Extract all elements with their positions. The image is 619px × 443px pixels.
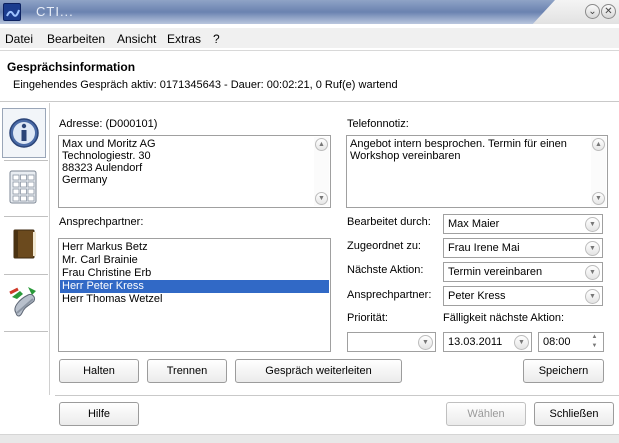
scroll-down-icon[interactable]: ▼ [592,192,605,205]
edited-by-label: Bearbeitet durch: [347,216,431,228]
app-icon[interactable] [3,3,21,21]
menu-help[interactable]: ? [213,32,220,46]
list-item[interactable]: Herr Thomas Wetzel [60,293,329,306]
contact-person-combo[interactable]: Peter Kress ▼ [443,286,603,306]
divider [4,160,48,161]
chevron-down-icon[interactable]: ▼ [585,265,600,280]
list-item-selected[interactable]: Herr Peter Kress [60,280,329,293]
divider [0,102,619,103]
assigned-to-label: Zugeordnet zu: [347,240,421,252]
divider [0,50,619,51]
info-icon [9,118,39,148]
contact-person-value: Peter Kress [448,290,506,302]
chevron-down-icon[interactable]: ▼ [514,335,529,350]
close-window-button[interactable]: ✕ [601,4,616,19]
choose-button[interactable]: Wählen [446,402,526,426]
list-item[interactable]: Frau Christine Erb [60,267,329,280]
divider [4,331,48,332]
section-title: Gesprächsinformation [7,60,136,74]
address-line: 88323 Aulendorf [62,162,143,174]
due-time-stepper[interactable]: 08:00 ▲ ▼ [538,332,604,352]
spin-down-icon[interactable]: ▼ [587,342,602,351]
assigned-to-value: Frau Irene Mai [448,242,520,254]
menu-ansicht[interactable]: Ansicht [117,32,156,46]
divider [4,216,48,217]
chevron-down-icon[interactable]: ▼ [418,335,433,350]
priority-combo[interactable]: ▼ [347,332,436,352]
title-bar: CTI... ⌄ ✕ [0,0,619,24]
next-action-value: Termin vereinbaren [448,266,543,278]
note-scrollbar[interactable]: ▲ ▼ [591,137,606,206]
close-button[interactable]: Schließen [534,402,614,426]
status-bar [0,434,619,443]
forward-call-button[interactable]: Gespräch weiterleiten [235,359,402,383]
list-item[interactable]: Mr. Carl Brainie [60,254,329,267]
chevron-down-icon[interactable]: ▼ [585,241,600,256]
minimize-button[interactable]: ⌄ [585,4,600,19]
divider [55,395,619,396]
left-toolbar [0,103,48,393]
contact-person-label: Ansprechpartner: [347,289,432,301]
hold-button[interactable]: Halten [59,359,139,383]
address-line: Technologiestr. 30 [62,150,151,162]
due-time-value: 08:00 [543,336,571,348]
address-line: Max und Moritz AG [62,138,156,150]
menu-bar: Datei Bearbeiten Ansicht Extras ? [0,28,619,48]
address-label: Adresse: (D000101) [59,118,158,130]
scroll-up-icon[interactable]: ▲ [315,138,328,151]
window-title: CTI... [36,4,74,19]
call-transfer-button[interactable] [2,277,46,327]
edited-by-combo[interactable]: Max Maier ▼ [443,214,603,234]
contacts-list[interactable]: Herr Markus Betz Mr. Carl Brainie Frau C… [58,238,331,352]
menu-bearbeiten[interactable]: Bearbeiten [47,32,105,46]
phone-transfer-icon [9,287,36,317]
address-box[interactable]: Max und Moritz AG Technologiestr. 30 883… [58,135,331,208]
divider [49,103,50,395]
address-scrollbar[interactable]: ▲ ▼ [314,137,329,206]
contacts-label: Ansprechpartner: [59,216,144,228]
disconnect-button[interactable]: Trennen [147,359,227,383]
scroll-down-icon[interactable]: ▼ [315,192,328,205]
address-book-button[interactable] [2,220,46,270]
call-status-text: Eingehendes Gespräch aktiv: 0171345643 -… [13,79,398,91]
scroll-up-icon[interactable]: ▲ [592,138,605,151]
address-book-icon [13,229,36,259]
menu-extras[interactable]: Extras [167,32,201,46]
keypad-icon [9,170,37,204]
address-line: Germany [62,174,108,186]
divider [4,274,48,275]
note-label: Telefonnotiz: [347,118,409,130]
info-button[interactable] [2,108,46,158]
list-item[interactable]: Herr Markus Betz [60,241,329,254]
priority-label: Priorität: [347,312,388,324]
due-date-picker[interactable]: 13.03.2011 ▼ [443,332,532,352]
edited-by-value: Max Maier [448,218,500,230]
title-bar-background [0,0,555,24]
note-textarea[interactable]: Angebot intern besprochen. Termin für ei… [346,135,608,208]
keypad-button[interactable] [2,163,46,213]
chevron-down-icon[interactable]: ▼ [585,289,600,304]
menu-datei[interactable]: Datei [5,32,33,46]
chevron-down-icon[interactable]: ▼ [585,217,600,232]
spin-up-icon[interactable]: ▲ [587,333,602,342]
next-action-combo[interactable]: Termin vereinbaren ▼ [443,262,603,282]
help-button[interactable]: Hilfe [59,402,139,426]
due-label: Fälligkeit nächste Aktion: [443,312,565,324]
save-button[interactable]: Speichern [523,359,604,383]
due-date-value: 13.03.2011 [448,336,503,348]
assigned-to-combo[interactable]: Frau Irene Mai ▼ [443,238,603,258]
next-action-label: Nächste Aktion: [347,264,424,276]
note-text: Angebot intern besprochen. Termin für ei… [350,138,567,162]
